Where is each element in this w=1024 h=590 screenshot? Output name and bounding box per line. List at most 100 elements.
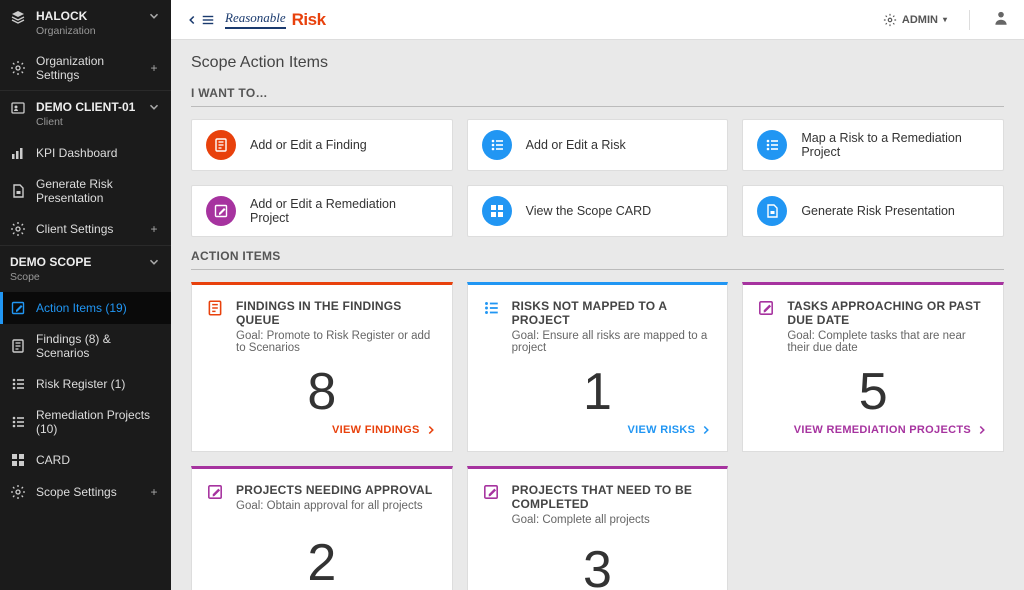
collapse-sidebar-button[interactable] xyxy=(185,13,215,27)
chevron-right-icon xyxy=(424,423,438,437)
sidebar-item-card[interactable]: CARD xyxy=(0,444,171,476)
quick-label: Add or Edit a Risk xyxy=(526,138,626,152)
grid-icon xyxy=(10,452,26,468)
gear-icon xyxy=(883,13,897,27)
chevron-right-icon xyxy=(699,423,713,437)
page-title: Scope Action Items xyxy=(191,54,1004,72)
org-sub: Organization xyxy=(36,25,137,37)
scope-name: DEMO SCOPE xyxy=(10,255,147,269)
sidebar-item-label: Client Settings xyxy=(36,222,137,236)
admin-menu[interactable]: ADMIN ▾ xyxy=(883,13,947,27)
doc-icon xyxy=(10,338,26,354)
sidebar-item-findings[interactable]: Findings (8) & Scenarios xyxy=(0,324,171,368)
action-items-label: ACTION ITEMS xyxy=(191,249,1004,263)
chart-icon xyxy=(10,145,26,161)
list-icon xyxy=(757,130,787,160)
chevron-down-icon xyxy=(147,9,161,26)
sidebar-item-client-settings[interactable]: Client Settings + xyxy=(0,213,171,245)
sidebar-item-label: Generate Risk Presentation xyxy=(36,177,161,205)
quick-action-card[interactable]: Generate Risk Presentation xyxy=(742,185,1004,237)
file-icon xyxy=(757,196,787,226)
sidebar-item-remediation[interactable]: Remediation Projects (10) xyxy=(0,400,171,444)
sidebar-item-label: Remediation Projects (10) xyxy=(36,408,161,436)
action-item-card: PROJECTS NEEDING APPROVAL Goal: Obtain ap… xyxy=(191,466,453,590)
list-icon xyxy=(10,376,26,392)
content: Scope Action Items I WANT TO… Add or Edi… xyxy=(171,40,1024,590)
plus-icon: + xyxy=(147,61,161,75)
card-goal: Goal: Ensure all risks are mapped to a p… xyxy=(512,330,714,354)
sidebar-item-kpi[interactable]: KPI Dashboard xyxy=(0,137,171,169)
logo-word1: Reasonable xyxy=(225,10,286,29)
client-sub: Client xyxy=(36,116,137,128)
user-icon xyxy=(992,9,1010,27)
org-name: HALOCK xyxy=(36,9,137,23)
plus-icon: + xyxy=(147,222,161,236)
quick-label: Map a Risk to a Remediation Project xyxy=(801,131,989,159)
caret-down-icon: ▾ xyxy=(943,15,947,24)
edit-icon xyxy=(206,483,224,501)
client-name: DEMO CLIENT-01 xyxy=(36,100,137,114)
quick-label: Add or Edit a Finding xyxy=(250,138,367,152)
card-goal: Goal: Complete all projects xyxy=(512,514,714,526)
card-count: 1 xyxy=(482,360,714,423)
user-menu[interactable] xyxy=(992,9,1010,30)
sidebar-scope-header[interactable]: DEMO SCOPE Scope xyxy=(0,246,171,292)
card-link[interactable]: VIEW RISKS xyxy=(482,423,714,437)
doc-icon xyxy=(206,130,236,160)
card-title: RISKS NOT MAPPED TO A PROJECT xyxy=(512,299,714,327)
list-icon xyxy=(482,299,500,317)
card-goal: Goal: Obtain approval for all projects xyxy=(236,500,438,512)
card-link[interactable]: VIEW REMEDIATION PROJECTS xyxy=(757,423,989,437)
doc-icon xyxy=(206,299,224,317)
sidebar-item-scope-settings[interactable]: Scope Settings + xyxy=(0,476,171,508)
action-item-card: TASKS APPROACHING OR PAST DUE DATEGoal: … xyxy=(742,282,1004,452)
quick-action-card[interactable]: Add or Edit a Finding xyxy=(191,119,453,171)
action-item-card: PROJECTS THAT NEED TO BE COMPLETED Goal: … xyxy=(467,466,729,590)
quick-label: Generate Risk Presentation xyxy=(801,204,955,218)
list-icon xyxy=(10,414,26,430)
card-title: PROJECTS NEEDING APPROVAL xyxy=(236,483,438,497)
edit-icon xyxy=(206,196,236,226)
card-count: 2 xyxy=(206,518,438,590)
sidebar-item-label: Scope Settings xyxy=(36,485,137,499)
quick-action-card[interactable]: Add or Edit a Remediation Project xyxy=(191,185,453,237)
sidebar-item-action-items[interactable]: Action Items (19) xyxy=(0,292,171,324)
grid-icon xyxy=(482,196,512,226)
chevron-down-icon xyxy=(147,100,161,117)
section-hr xyxy=(191,106,1004,107)
card-link[interactable]: VIEW FINDINGS xyxy=(206,423,438,437)
edit-icon xyxy=(482,483,500,501)
sidebar-item-label: CARD xyxy=(36,453,161,467)
main: Reasonable Risk ADMIN ▾ Scope Action Ite… xyxy=(171,0,1024,590)
sidebar-item-risk-register[interactable]: Risk Register (1) xyxy=(0,368,171,400)
sidebar-org-settings[interactable]: Organization Settings + xyxy=(0,46,171,90)
card-count: 3 xyxy=(482,532,714,590)
chevron-down-icon xyxy=(147,255,161,272)
logo-word2: Risk xyxy=(292,10,326,30)
card-count: 8 xyxy=(206,360,438,423)
card-count: 5 xyxy=(757,360,989,423)
list-icon xyxy=(482,130,512,160)
sidebar-item-label: Risk Register (1) xyxy=(36,377,161,391)
chevron-left-icon xyxy=(185,13,199,27)
sidebar-item-label: KPI Dashboard xyxy=(36,146,161,160)
gear-icon xyxy=(10,60,26,76)
quick-action-card[interactable]: Map a Risk to a Remediation Project xyxy=(742,119,1004,171)
quick-action-card[interactable]: View the Scope CARD xyxy=(467,185,729,237)
card-title: FINDINGS IN THE FINDINGS QUEUE xyxy=(236,299,438,327)
card-title: PROJECTS THAT NEED TO BE COMPLETED xyxy=(512,483,714,511)
app-logo[interactable]: Reasonable Risk xyxy=(225,10,326,30)
action-items-grid: FINDINGS IN THE FINDINGS QUEUE Goal: Prom… xyxy=(191,282,1004,590)
sidebar-item-label: Findings (8) & Scenarios xyxy=(36,332,161,360)
card-goal: Goal: Promote to Risk Register or add to… xyxy=(236,330,438,354)
sidebar-item-generate-presentation[interactable]: Generate Risk Presentation xyxy=(0,169,171,213)
sidebar-client-header[interactable]: DEMO CLIENT-01 Client xyxy=(0,91,171,137)
topbar: Reasonable Risk ADMIN ▾ xyxy=(171,0,1024,40)
quick-action-card[interactable]: Add or Edit a Risk xyxy=(467,119,729,171)
card-goal: Goal: Complete tasks that are near their… xyxy=(787,330,989,354)
action-item-card: FINDINGS IN THE FINDINGS QUEUE Goal: Prom… xyxy=(191,282,453,452)
sidebar-org-header[interactable]: HALOCK Organization xyxy=(0,0,171,46)
quick-label: View the Scope CARD xyxy=(526,204,652,218)
quick-label: Add or Edit a Remediation Project xyxy=(250,197,438,225)
file-icon xyxy=(10,183,26,199)
